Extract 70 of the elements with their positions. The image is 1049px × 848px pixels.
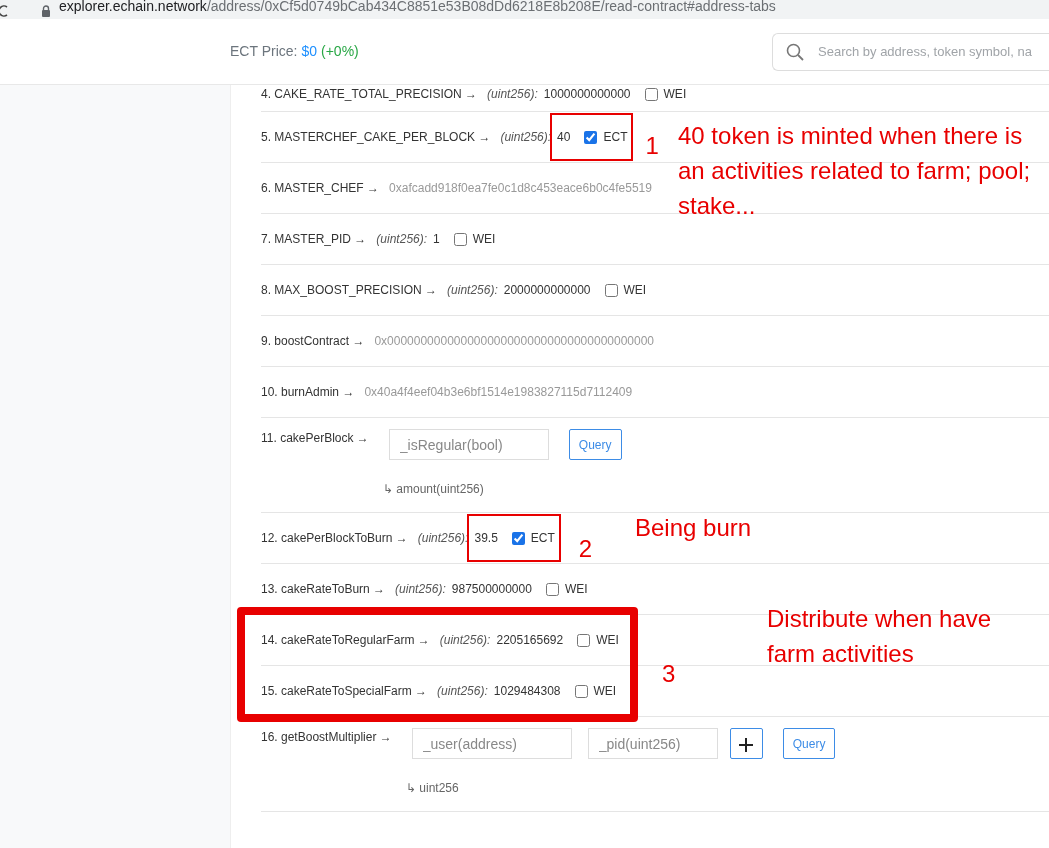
type-label: (uint256):	[437, 683, 488, 700]
unit-checkbox[interactable]	[644, 87, 658, 101]
unit-checkbox[interactable]	[604, 283, 618, 297]
plus-icon	[739, 737, 754, 752]
result-value: 2000000000000	[503, 282, 591, 299]
address-value: 0x40a4f4eef04b3e6bf1514e1983827115d7112409	[364, 384, 633, 401]
reload-icon[interactable]	[0, 5, 8, 17]
method-name: 8. MAX_BOOST_PRECISION →	[261, 282, 438, 299]
unit-checkbox[interactable]	[545, 582, 559, 596]
unit-checkbox[interactable]	[453, 232, 467, 246]
price-value: $0	[301, 42, 317, 61]
query-button[interactable]: Query	[568, 429, 622, 460]
type-label: (uint256):	[376, 231, 428, 248]
unit-label: ECT	[530, 530, 555, 547]
method-name: 7. MASTER_PID →	[261, 231, 367, 248]
result-value: 40	[557, 129, 571, 146]
method-name: 6. MASTER_CHEF →	[261, 180, 380, 197]
type-label: (uint256):	[487, 86, 538, 103]
unit-label: WEI	[596, 632, 619, 649]
method-name: 12. cakePerBlockToBurn →	[261, 530, 408, 547]
method-name: 11. cakePerBlock →	[261, 430, 369, 447]
annotation-note: Being burn	[635, 513, 752, 543]
output-type: ↳ amount(uint256)	[383, 481, 484, 498]
result-value: 2205165692	[496, 632, 564, 649]
price-change: (+0%)	[321, 42, 359, 61]
annotation-note: Distribute when have farm activities	[767, 604, 993, 669]
unit-checkbox[interactable]	[584, 130, 598, 144]
result-value: 1029484308	[493, 683, 561, 700]
type-label: (uint256):	[500, 129, 552, 146]
add-button[interactable]	[729, 728, 763, 759]
result-value: 1000000000000	[543, 86, 631, 103]
address-value: 0xafcadd918f0ea7fe0c1d8c453eace6b0c4fe5519	[389, 180, 652, 197]
method-name: 4. CAKE_RATE_TOTAL_PRECISION →	[261, 86, 478, 103]
address-value: 0x0000000000000000000000000000000000000000	[374, 333, 655, 350]
method-name: 5. MASTERCHEF_CAKE_PER_BLOCK →	[261, 129, 491, 146]
method-name: 10. burnAdmin →	[261, 384, 355, 401]
type-label: (uint256):	[439, 632, 491, 649]
unit-checkbox[interactable]	[511, 531, 525, 545]
unit-label: WEI	[623, 282, 647, 299]
method-name: 9. boostContract →	[261, 333, 365, 350]
unit-label: WEI	[472, 231, 496, 248]
unit-checkbox[interactable]	[574, 684, 588, 698]
price-label: ECT Price:	[230, 42, 298, 61]
unit-label: ECT	[603, 129, 628, 146]
annotation-number: 1	[645, 131, 659, 161]
input-field[interactable]: _user(address)	[411, 728, 572, 759]
result-value: 987500000000	[451, 581, 532, 598]
method-name: 14. cakeRateToRegularFarm →	[261, 632, 430, 649]
query-button[interactable]: Query	[782, 728, 836, 759]
output-type: ↳ uint256	[406, 780, 459, 797]
unit-checkbox[interactable]	[577, 633, 591, 647]
annotation-number: 2	[578, 534, 593, 564]
lock-icon[interactable]	[41, 5, 51, 17]
method-name: 13. cakeRateToBurn →	[261, 581, 386, 598]
unit-label: WEI	[593, 683, 617, 700]
type-label: (uint256):	[447, 282, 498, 299]
method-name: 16. getBoostMultiplier →	[261, 729, 392, 746]
annotation-note: 40 token is minted when there is an activities related to farm; pool; stake...	[678, 121, 1032, 221]
type-label: (uint256):	[395, 581, 446, 598]
search-field[interactable]: Search by address, token symbol, na	[772, 32, 1049, 71]
input-field[interactable]: _isRegular(bool)	[388, 429, 549, 460]
method-name: 15. cakeRateToSpecialFarm →	[261, 683, 428, 700]
input-field[interactable]: _pid(uint256)	[587, 728, 718, 759]
search-icon	[786, 42, 804, 61]
annotation-number: 3	[662, 659, 676, 689]
unit-label: WEI	[564, 581, 588, 598]
result-value: 39.5	[474, 530, 498, 547]
unit-label: WEI	[663, 86, 687, 103]
type-label: (uint256):	[417, 530, 469, 547]
result-value: 1	[433, 231, 440, 248]
